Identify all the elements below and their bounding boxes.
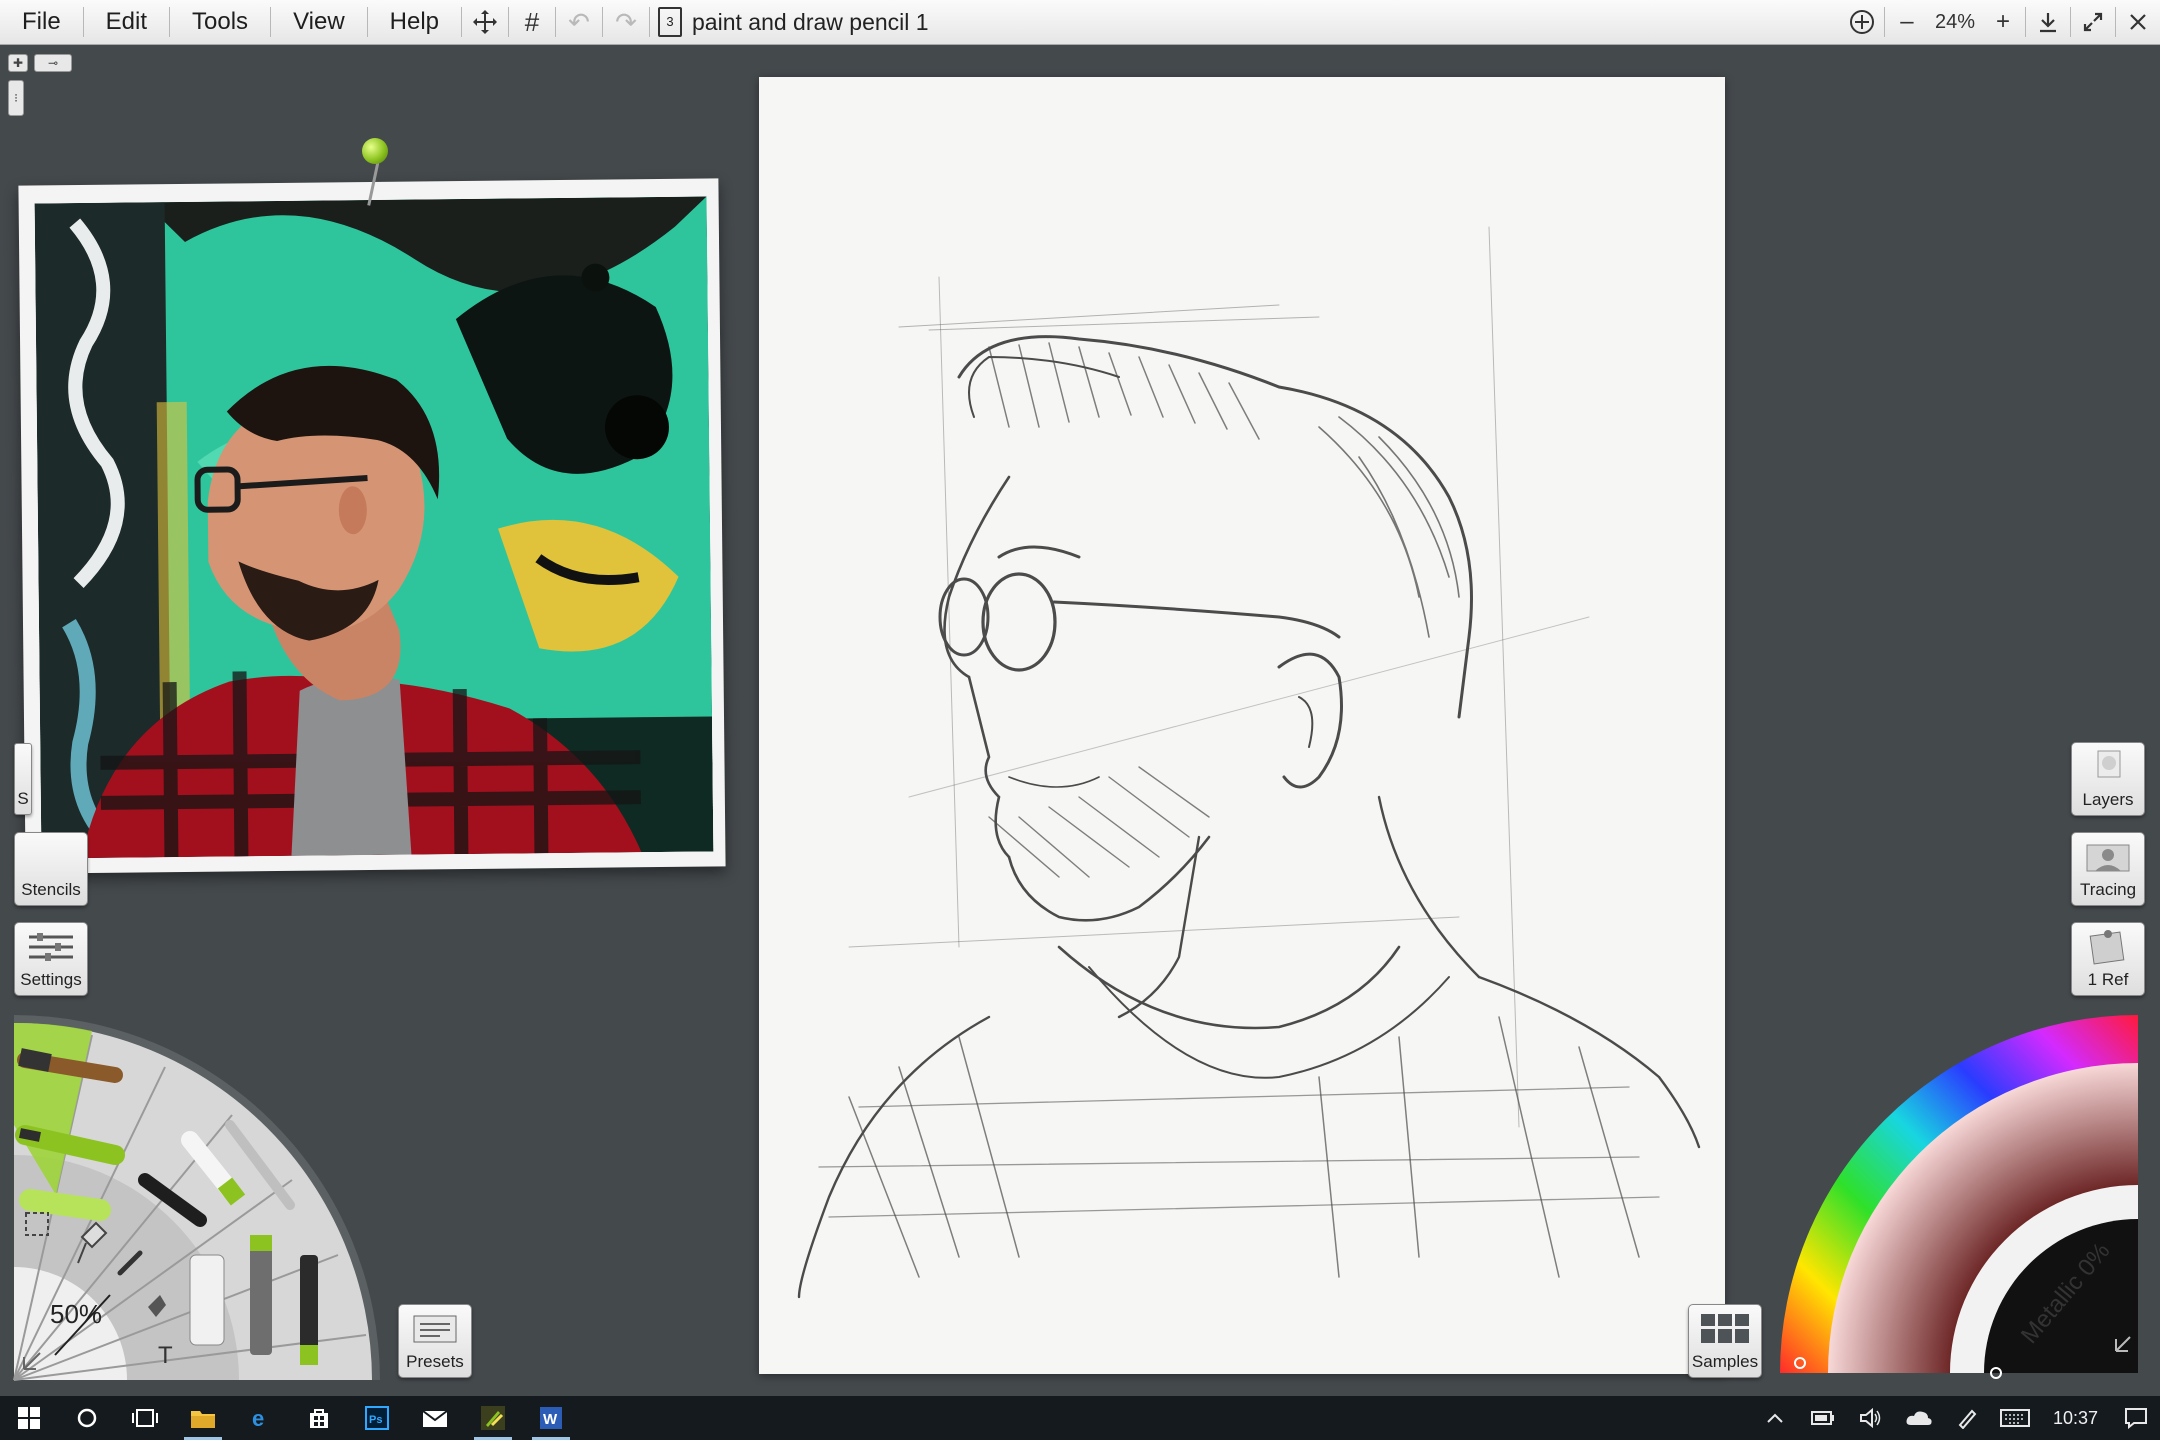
menu-help[interactable]: Help: [368, 0, 461, 44]
tool-size-value[interactable]: 50%: [50, 1299, 102, 1329]
layers-label: Layers: [2082, 790, 2134, 809]
close-icon[interactable]: [2116, 0, 2160, 44]
mail-icon[interactable]: [406, 1396, 464, 1440]
reference-image[interactable]: [18, 178, 726, 874]
references-button[interactable]: 1 Ref: [2071, 922, 2145, 996]
vertical-slider-icon[interactable]: ⁝: [8, 80, 24, 116]
menu-view[interactable]: View: [271, 0, 367, 44]
presets-button[interactable]: Presets: [398, 1304, 472, 1378]
word-icon[interactable]: W: [522, 1396, 580, 1440]
photoshop-icon[interactable]: Ps: [348, 1396, 406, 1440]
svg-text:e: e: [252, 1406, 264, 1430]
pin-icon[interactable]: [362, 138, 388, 164]
windows-taskbar: e Ps W 10:37: [0, 1396, 2160, 1440]
menu-tools[interactable]: Tools: [170, 0, 270, 44]
view-controls: – 24% +: [1840, 0, 2160, 44]
artrage-icon[interactable]: [464, 1396, 522, 1440]
pencil-sketch: [797, 226, 1701, 1299]
settings-button[interactable]: Settings: [14, 922, 88, 996]
reference-photo: [34, 196, 714, 859]
presets-icon: [399, 1305, 471, 1352]
paint-tube-tool[interactable]: [189, 1254, 225, 1346]
zoom-level: 24%: [1934, 10, 1975, 33]
tracing-label: Tracing: [2079, 880, 2137, 899]
chevron-up-icon[interactable]: [1751, 1396, 1799, 1440]
pin-toolbar-icon[interactable]: ✚: [8, 54, 28, 72]
layers-button[interactable]: Layers: [2071, 742, 2145, 816]
volume-icon[interactable]: [1847, 1396, 1895, 1440]
fullscreen-icon[interactable]: [2071, 0, 2115, 44]
onedrive-icon[interactable]: [1895, 1396, 1943, 1440]
presets-label: Presets: [406, 1352, 464, 1371]
stencils-button[interactable]: Stencils: [14, 832, 88, 906]
keyboard-icon[interactable]: [1991, 1396, 2039, 1440]
stencils-icon: [15, 833, 87, 880]
drawing-canvas[interactable]: [759, 77, 1725, 1374]
download-icon[interactable]: [2026, 0, 2070, 44]
move-icon[interactable]: [462, 0, 508, 44]
document-title[interactable]: 3 paint and draw pencil 1: [650, 7, 929, 37]
system-tray: 10:37: [1751, 1396, 2160, 1440]
samples-icon: [1689, 1305, 1761, 1352]
layers-icon: [2072, 743, 2144, 790]
start-icon[interactable]: [0, 1396, 58, 1440]
felt-pen-tool[interactable]: [250, 1235, 272, 1355]
tracing-button[interactable]: Tracing: [2071, 832, 2145, 906]
store-icon[interactable]: [290, 1396, 348, 1440]
search-icon[interactable]: [58, 1396, 116, 1440]
airbrush-tool[interactable]: [300, 1255, 318, 1365]
samples-label: Samples: [1691, 1352, 1759, 1371]
clock[interactable]: 10:37: [2039, 1408, 2112, 1429]
menu-edit[interactable]: Edit: [84, 0, 169, 44]
refresh-icon[interactable]: [1840, 0, 1884, 44]
stencils-label: Stencils: [21, 880, 81, 899]
grid-icon[interactable]: #: [509, 0, 555, 44]
settings-icon: [15, 923, 87, 970]
slider-toggle-icon[interactable]: ⊸: [34, 54, 72, 72]
text-tool-icon[interactable]: T: [158, 1342, 173, 1369]
partial-panel-label: S: [17, 789, 29, 808]
reference-icon: [2072, 923, 2144, 970]
zoom-in-button[interactable]: +: [1981, 0, 2025, 44]
document-icon: 3: [658, 7, 683, 37]
samples-button[interactable]: Samples: [1688, 1304, 1762, 1378]
task-view-icon[interactable]: [116, 1396, 174, 1440]
notifications-icon[interactable]: [2112, 1396, 2160, 1440]
settings-label: Settings: [20, 970, 82, 989]
partial-panel-button[interactable]: S: [14, 743, 32, 815]
color-picker[interactable]: Metallic 0%: [1770, 1005, 2150, 1385]
menu-bar: File Edit Tools View Help # ↶ ↷ 3 paint …: [0, 0, 2160, 45]
file-explorer-icon[interactable]: [174, 1396, 232, 1440]
zoom-out-button[interactable]: –: [1885, 0, 1929, 44]
menu-file[interactable]: File: [0, 0, 83, 44]
tool-picker: T 50%: [0, 1005, 400, 1385]
svg-text:Ps: Ps: [369, 1414, 382, 1426]
chalk-tool[interactable]: [19, 1189, 111, 1221]
redo-icon[interactable]: ↷: [603, 0, 649, 44]
undo-icon[interactable]: ↶: [556, 0, 602, 44]
document-name: paint and draw pencil 1: [692, 8, 929, 35]
reference-count-label: 1 Ref: [2087, 970, 2129, 989]
pen-icon[interactable]: [1943, 1396, 1991, 1440]
svg-text:W: W: [543, 1411, 558, 1428]
edge-icon[interactable]: e: [232, 1396, 290, 1440]
tracing-icon: [2072, 833, 2144, 880]
battery-icon[interactable]: [1799, 1396, 1847, 1440]
